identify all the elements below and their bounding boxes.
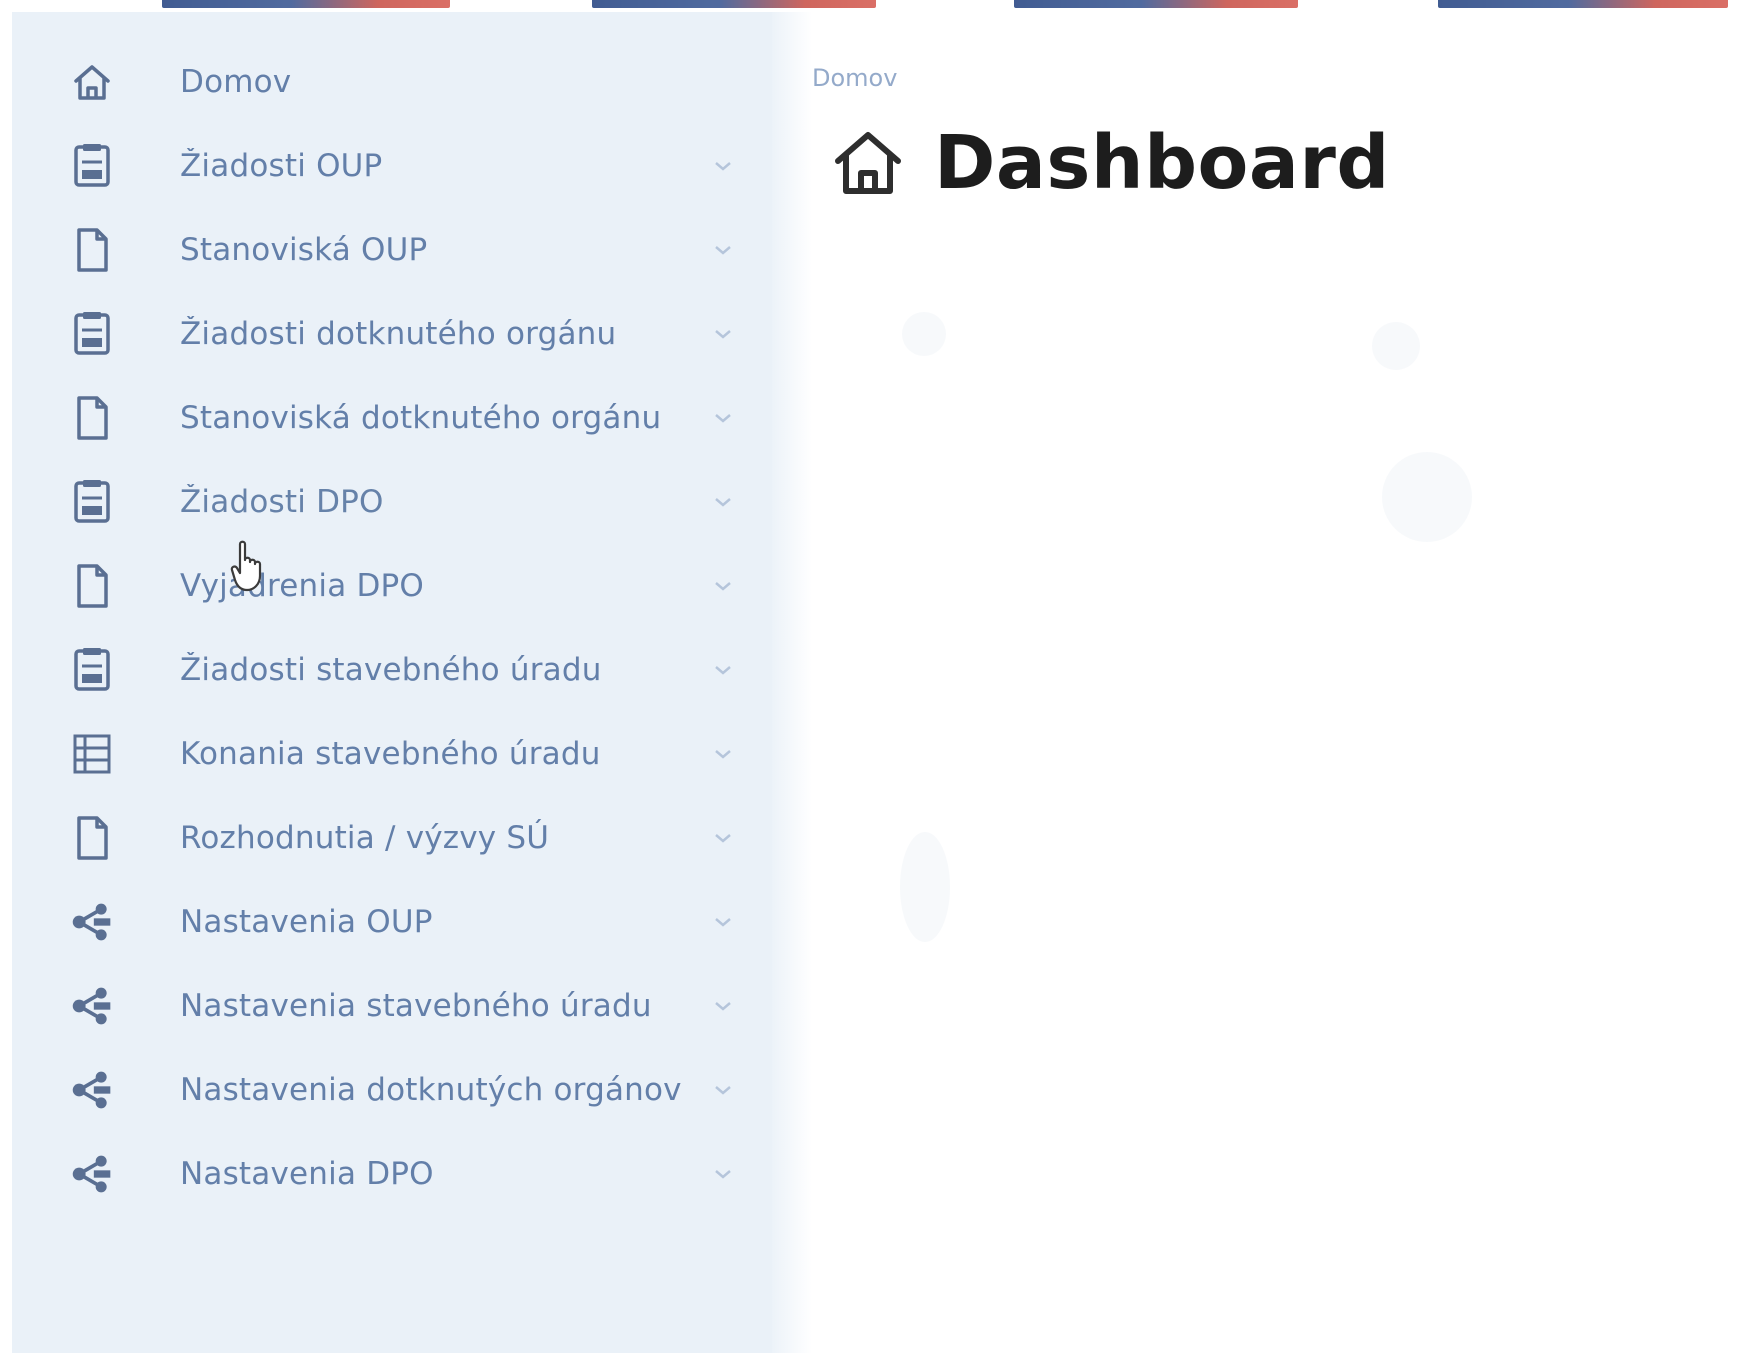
chevron-down-icon[interactable]: [712, 407, 734, 429]
document-list-icon: [70, 478, 114, 526]
sidebar-item-label: Nastavenia OUP: [180, 904, 433, 940]
header-stripe: [592, 0, 876, 8]
sidebar-item-label: Stanoviská dotknutého orgánu: [180, 400, 662, 436]
left-gutter: [0, 0, 12, 1353]
document-icon: [70, 562, 114, 610]
sidebar-item-stanoviska-oup[interactable]: Stanoviská OUP: [12, 215, 772, 285]
app-window: Domov Žiadosti OUP Stanoviská OUP Žiados…: [0, 0, 1740, 1353]
sidebar-item-nastavenia-dpo[interactable]: Nastavenia DPO: [12, 1139, 772, 1209]
page-title: Dashboard: [934, 120, 1390, 206]
sidebar-item-label: Žiadosti DPO: [180, 484, 384, 520]
sidebar-item-label: Rozhodnutia / výzvy SÚ: [180, 820, 550, 856]
settings-share-icon: [70, 898, 114, 946]
hand-cursor-icon: [230, 540, 262, 592]
chevron-down-icon[interactable]: [712, 239, 734, 261]
header-stripe: [162, 0, 450, 8]
sidebar-item-label: Nastavenia stavebného úradu: [180, 988, 652, 1024]
sidebar-item-nastavenia-dotknutych-organov[interactable]: Nastavenia dotknutých orgánov: [12, 1055, 772, 1125]
settings-share-icon: [70, 1066, 114, 1114]
chevron-down-icon[interactable]: [712, 491, 734, 513]
home-icon: [70, 58, 114, 106]
sidebar-item-konania-stavebneho-uradu[interactable]: Konania stavebného úradu: [12, 719, 772, 789]
chevron-down-icon[interactable]: [712, 827, 734, 849]
sidebar-item-ziadosti-oup[interactable]: Žiadosti OUP: [12, 131, 772, 201]
settings-share-icon: [70, 982, 114, 1030]
document-icon: [70, 394, 114, 442]
chevron-down-icon[interactable]: [712, 995, 734, 1017]
sidebar-item-nastavenia-stavebneho-uradu[interactable]: Nastavenia stavebného úradu: [12, 971, 772, 1041]
settings-share-icon: [70, 1150, 114, 1198]
list-icon: [70, 730, 114, 778]
sidebar-item-label: Žiadosti stavebného úradu: [180, 652, 602, 688]
page-header: Dashboard: [828, 120, 1390, 206]
sidebar-item-label: Nastavenia dotknutých orgánov: [180, 1072, 682, 1108]
sidebar-item-label: Vyjadrenia DPO: [180, 568, 425, 604]
header-stripe: [1438, 0, 1728, 8]
chevron-down-icon[interactable]: [712, 743, 734, 765]
sidebar-item-ziadosti-stavebneho-uradu[interactable]: Žiadosti stavebného úradu: [12, 635, 772, 705]
chevron-down-icon[interactable]: [712, 155, 734, 177]
document-icon: [70, 814, 114, 862]
sidebar-item-label: Konania stavebného úradu: [180, 736, 601, 772]
chevron-down-icon[interactable]: [712, 1163, 734, 1185]
document-list-icon: [70, 142, 114, 190]
document-icon: [70, 226, 114, 274]
top-header-stripes: [0, 0, 1740, 12]
sidebar-item-ziadosti-dotknuteho-organu[interactable]: Žiadosti dotknutého orgánu: [12, 299, 772, 369]
sidebar-item-stanoviska-dotknuteho-organu[interactable]: Stanoviská dotknutého orgánu: [12, 383, 772, 453]
sidebar-item-label: Domov: [180, 64, 292, 100]
chevron-down-icon[interactable]: [712, 911, 734, 933]
sidebar-item-label: Stanoviská OUP: [180, 232, 428, 268]
document-list-icon: [70, 646, 114, 694]
breadcrumb[interactable]: Domov: [812, 64, 897, 92]
sidebar-item-rozhodnutia-vyzvy-su[interactable]: Rozhodnutia / výzvy SÚ: [12, 803, 772, 873]
background-blob: [902, 312, 946, 356]
home-icon: [828, 123, 908, 203]
sidebar-nav: Domov Žiadosti OUP Stanoviská OUP Žiados…: [12, 12, 812, 1353]
document-list-icon: [70, 310, 114, 358]
background-blob: [900, 832, 950, 942]
main-content: Domov Dashboard: [812, 12, 1740, 1353]
sidebar-item-ziadosti-dpo[interactable]: Žiadosti DPO: [12, 467, 772, 537]
chevron-down-icon[interactable]: [712, 659, 734, 681]
sidebar-item-label: Žiadosti OUP: [180, 148, 383, 184]
sidebar-item-label: Nastavenia DPO: [180, 1156, 434, 1192]
chevron-down-icon[interactable]: [712, 323, 734, 345]
chevron-down-icon[interactable]: [712, 575, 734, 597]
sidebar-item-vyjadrenia-dpo[interactable]: Vyjadrenia DPO: [12, 551, 772, 621]
sidebar-item-label: Žiadosti dotknutého orgánu: [180, 316, 617, 352]
sidebar-item-domov[interactable]: Domov: [12, 47, 772, 117]
header-stripe: [1014, 0, 1298, 8]
background-blob: [1372, 322, 1420, 370]
background-blob: [1382, 452, 1472, 542]
sidebar-item-nastavenia-oup[interactable]: Nastavenia OUP: [12, 887, 772, 957]
chevron-down-icon[interactable]: [712, 1079, 734, 1101]
